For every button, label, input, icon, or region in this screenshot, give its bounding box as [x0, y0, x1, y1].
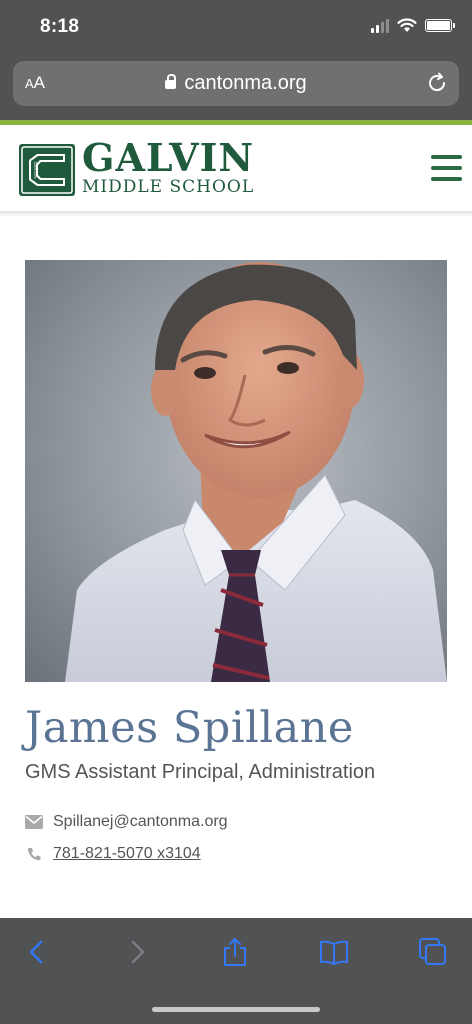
back-icon[interactable] — [22, 937, 52, 967]
profile-photo — [25, 260, 447, 682]
reload-icon[interactable] — [425, 71, 449, 95]
wifi-icon — [397, 18, 417, 32]
email-row: Spillanej@cantonma.org — [25, 813, 228, 831]
profile-title: GMS Assistant Principal, Administration — [25, 761, 376, 783]
cellular-signal-icon — [371, 18, 389, 33]
canton-c-logo-icon[interactable]: CANTON — [19, 144, 75, 196]
site-header: CANTON GALVIN MIDDLE SCHOOL — [0, 125, 472, 213]
tabs-icon[interactable] — [418, 937, 448, 967]
email-text: Spillanej@cantonma.org — [53, 813, 228, 830]
url-text: cantonma.org — [184, 72, 307, 94]
address-bar[interactable]: AA cantonma.org — [13, 61, 459, 106]
envelope-icon — [25, 815, 43, 829]
phone-link[interactable]: 781-821-5070 x3104 — [53, 845, 201, 863]
browser-chrome-top: 8:18 AA cantonma.org — [0, 0, 472, 120]
phone-row: 781-821-5070 x3104 — [25, 845, 201, 863]
status-icons — [371, 18, 455, 33]
status-time: 8:18 — [40, 16, 80, 37]
share-icon[interactable] — [220, 937, 250, 967]
logo-title[interactable]: GALVIN — [82, 139, 254, 177]
bookmarks-icon[interactable] — [319, 937, 349, 967]
profile-name: James Spillane — [25, 703, 354, 753]
lock-icon — [165, 74, 177, 89]
battery-icon — [425, 19, 455, 32]
home-indicator — [152, 1007, 320, 1012]
logo-mark-text: CANTON — [33, 162, 38, 179]
url-display[interactable]: cantonma.org — [13, 72, 459, 95]
forward-icon[interactable] — [122, 937, 152, 967]
logo-subtitle[interactable]: MIDDLE SCHOOL — [82, 178, 254, 196]
phone-icon — [27, 847, 41, 861]
menu-icon[interactable] — [431, 155, 462, 183]
